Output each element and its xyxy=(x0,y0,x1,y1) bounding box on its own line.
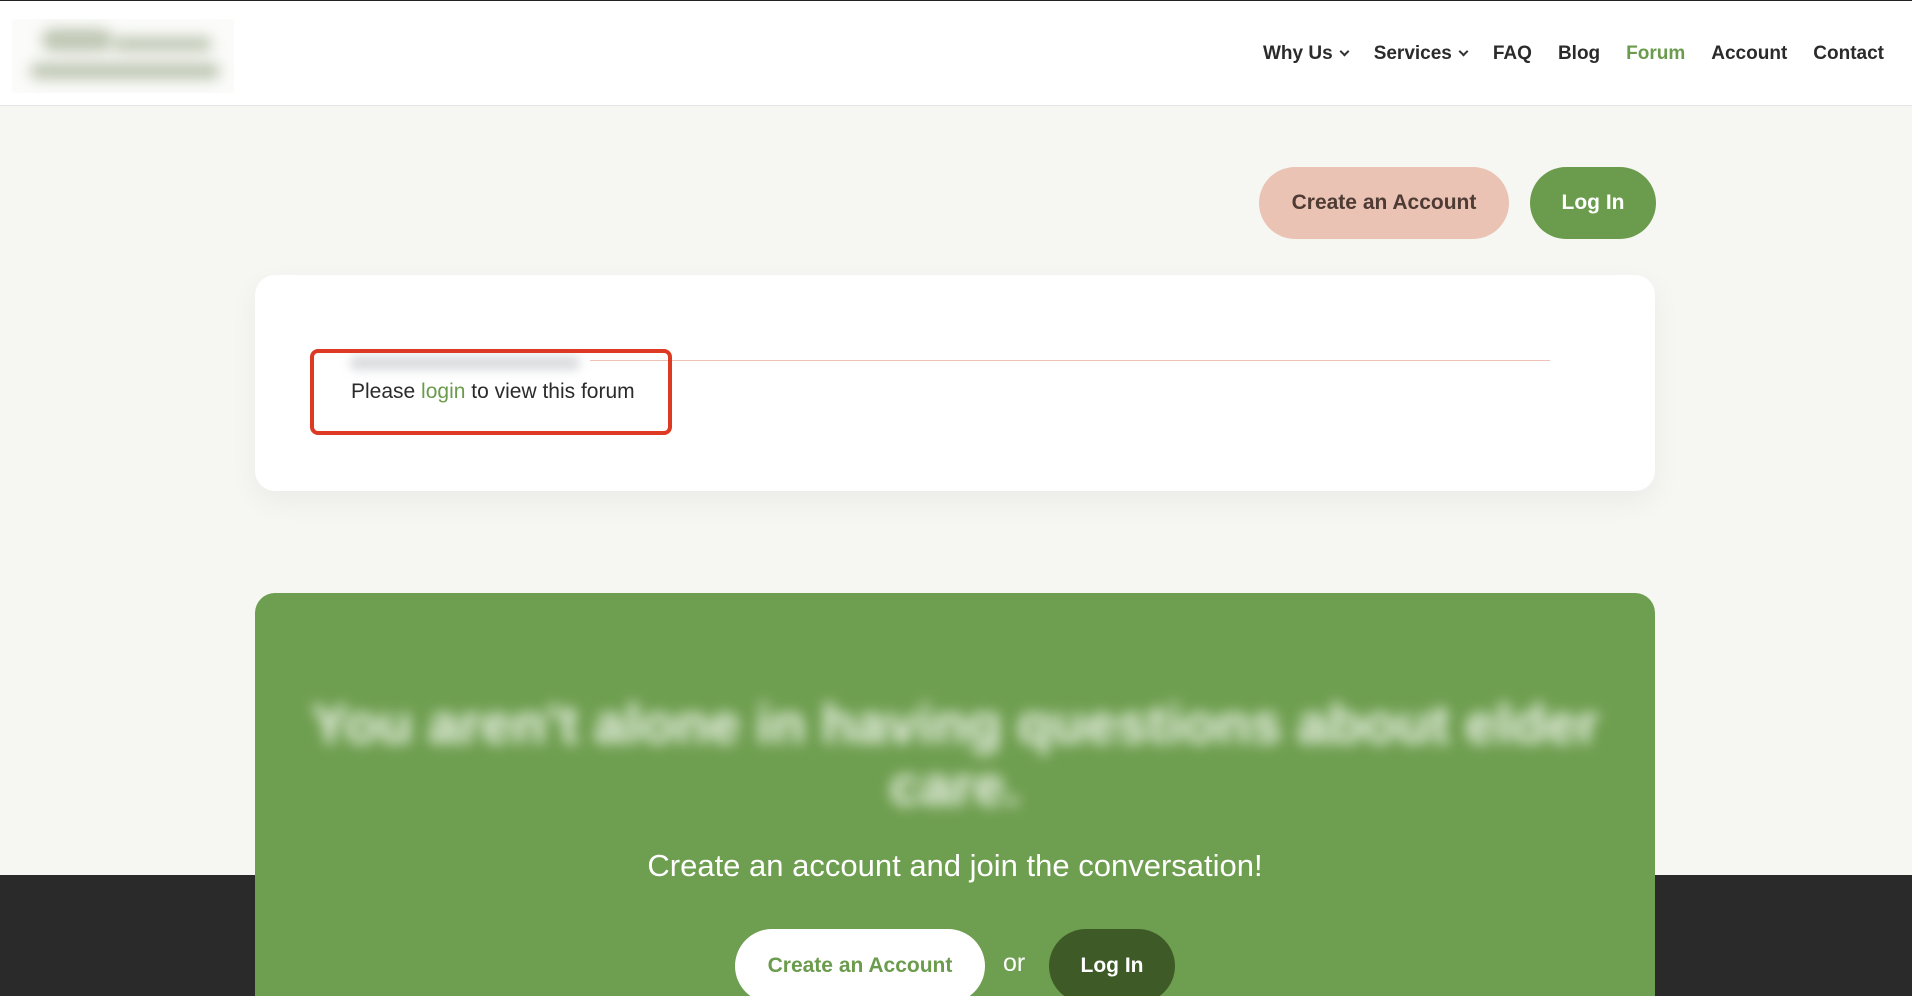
nav-item-label: Contact xyxy=(1813,43,1884,64)
main-nav: Why Us Services FAQ Blog Forum Account C… xyxy=(1237,1,1884,107)
notice-suffix: to view this forum xyxy=(465,380,635,403)
login-button[interactable]: Log In xyxy=(1530,167,1656,239)
login-notice: Please login to view this forum xyxy=(351,380,635,404)
nav-item-label: Account xyxy=(1711,43,1788,64)
divider xyxy=(590,360,1550,361)
logo-blur xyxy=(30,63,220,79)
chevron-down-icon xyxy=(1458,46,1469,57)
cta-section: You aren't alone in having questions abo… xyxy=(255,593,1655,996)
nav-item-label: Why Us xyxy=(1263,43,1333,64)
notice-prefix: Please xyxy=(351,380,422,403)
nav-item-contact[interactable]: Contact xyxy=(1813,43,1884,65)
nav-item-label: FAQ xyxy=(1492,43,1532,64)
cta-or-label: or xyxy=(1003,949,1026,977)
nav-item-blog[interactable]: Blog xyxy=(1558,43,1600,65)
nav-item-forum[interactable]: Forum xyxy=(1626,43,1685,65)
nav-item-faq[interactable]: FAQ xyxy=(1493,43,1532,65)
login-link[interactable]: login xyxy=(421,380,465,403)
site-header: Why Us Services FAQ Blog Forum Account C… xyxy=(0,0,1912,106)
nav-item-services[interactable]: Services xyxy=(1373,43,1469,65)
nav-item-label: Services xyxy=(1373,43,1452,64)
cta-headline: You aren't alone in having questions abo… xyxy=(311,692,1599,817)
logo-blur xyxy=(112,37,212,51)
site-logo[interactable] xyxy=(12,19,234,93)
nav-item-why-us[interactable]: Why Us xyxy=(1263,43,1350,65)
logo-blur xyxy=(42,29,112,51)
chevron-down-icon xyxy=(1339,46,1350,57)
cta-login-button[interactable]: Log In xyxy=(1049,929,1175,996)
cta-subtitle: Create an account and join the conversat… xyxy=(647,848,1263,883)
nav-item-label: Forum xyxy=(1626,43,1686,64)
nav-item-label: Blog xyxy=(1557,43,1601,64)
create-account-button[interactable]: Create an Account xyxy=(1259,167,1509,239)
cta-create-account-button[interactable]: Create an Account xyxy=(735,929,985,996)
nav-item-account[interactable]: Account xyxy=(1711,43,1787,65)
